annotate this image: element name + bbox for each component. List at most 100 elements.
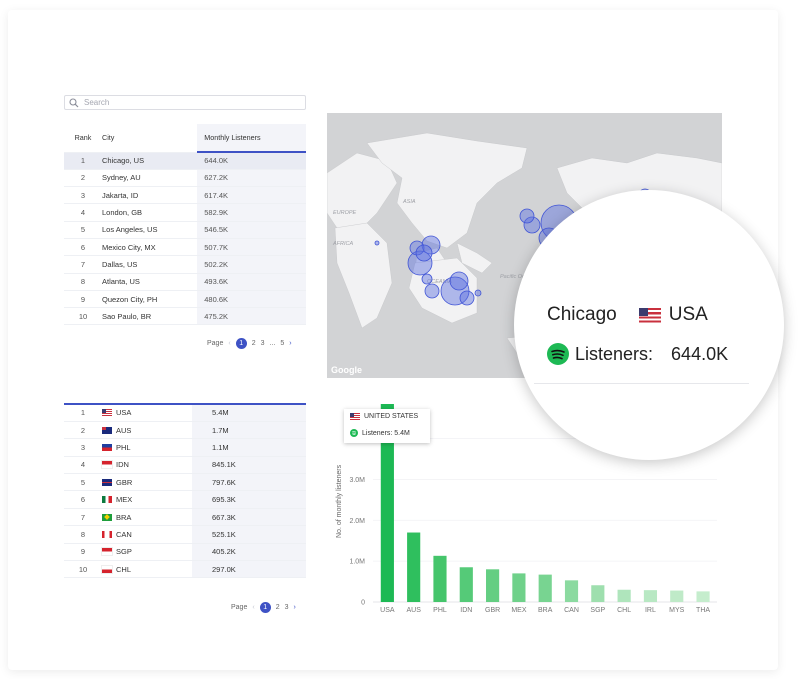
page-ellipsis: ... <box>269 340 276 347</box>
x-tick-label: AUS <box>406 607 421 614</box>
table-row[interactable]: 1 Chicago, US 644.0K <box>64 152 306 170</box>
table-row[interactable]: 3 PHL 1.1M <box>64 438 306 457</box>
listeners-cell: 667.3K <box>192 508 306 527</box>
city-cell: Mexico City, MX <box>102 238 198 257</box>
google-watermark: Google <box>331 365 362 375</box>
magnifier-city: Chicago <box>547 304 617 325</box>
bubble[interactable] <box>519 208 535 224</box>
rank-cell: 4 <box>64 456 102 475</box>
table-row[interactable]: 2 AUS 1.7M <box>64 421 306 440</box>
table-row[interactable]: 1 USA 5.4M <box>64 402 306 422</box>
city-cell: Dallas, US <box>102 255 198 274</box>
x-tick-label: IRL <box>645 607 656 614</box>
prev-page-button[interactable]: ‹ <box>228 340 230 347</box>
table-row[interactable]: 9 SGP 405.2K <box>64 543 306 562</box>
listeners-cell: 617.4K <box>197 186 306 205</box>
table-row[interactable]: 7 BRA 667.3K <box>64 508 306 527</box>
table-row[interactable]: 8 Atlanta, US 493.6K <box>64 273 306 291</box>
table-row[interactable]: 4 IDN 845.1K <box>64 456 306 475</box>
next-page-button[interactable]: › <box>294 604 296 611</box>
bubble[interactable] <box>374 240 380 246</box>
table-row[interactable]: 3 Jakarta, ID 617.4K <box>64 186 306 205</box>
page-1-button[interactable]: 1 <box>259 602 271 613</box>
bar-idn[interactable] <box>459 567 473 602</box>
bar-gbr[interactable] <box>486 569 500 602</box>
table-row[interactable]: 6 Mexico City, MX 507.7K <box>64 238 306 257</box>
bar-mex[interactable] <box>512 573 526 602</box>
listeners-cell: 480.6K <box>197 290 306 309</box>
y-axis-label: No. of monthly listeners <box>336 464 343 538</box>
rank-cell: 7 <box>64 508 102 527</box>
rank-cell: 10 <box>64 307 102 326</box>
bar-chl[interactable] <box>617 589 631 602</box>
bar-irl[interactable] <box>643 590 658 602</box>
page-3-button[interactable]: 3 <box>285 604 289 611</box>
page-1-button[interactable]: 1 <box>235 338 247 349</box>
x-tick-label: BRA <box>538 607 553 614</box>
table-row[interactable]: 5 Los Angeles, US 546.5K <box>64 221 306 239</box>
search-icon <box>69 98 79 108</box>
listeners-header[interactable]: Monthly Listeners <box>197 124 306 153</box>
table-row[interactable]: 4 London, GB 582.9K <box>64 203 306 222</box>
bar-aus[interactable] <box>407 532 421 602</box>
map-label-asia: ASIA <box>402 199 416 205</box>
rank-cell: 10 <box>64 560 102 579</box>
prev-page-button[interactable]: ‹ <box>252 604 254 611</box>
rank-cell: 4 <box>64 203 102 222</box>
rank-header[interactable]: Rank <box>64 124 102 153</box>
bubble[interactable] <box>474 289 482 297</box>
listeners-cell: 644.0K <box>197 152 306 170</box>
country-code-cell: CAN <box>116 529 132 539</box>
magnifier-listeners-label: Listeners: <box>575 343 654 364</box>
x-tick-label: MEX <box>511 607 527 614</box>
table-row[interactable]: 8 CAN 525.1K <box>64 525 306 544</box>
rank-cell: 1 <box>64 152 102 170</box>
table-row[interactable]: 7 Dallas, US 502.2K <box>64 255 306 274</box>
country-code-cell: CHL <box>116 564 132 574</box>
bubble[interactable] <box>415 244 433 262</box>
search-input[interactable]: Search <box>64 95 306 110</box>
bubble[interactable] <box>424 283 440 299</box>
listeners-cell: 405.2K <box>192 543 306 562</box>
au-flag-icon <box>102 426 112 434</box>
x-tick-label: CHL <box>617 607 631 614</box>
table-row[interactable]: 5 GBR 797.6K <box>64 473 306 492</box>
mx-flag-icon <box>102 496 112 504</box>
map-label-africa: AFRICA <box>332 241 354 247</box>
city-header[interactable]: City <box>102 124 198 153</box>
y-tick-label: 2.0M <box>349 518 365 525</box>
bubble[interactable] <box>459 290 475 306</box>
bar-sgp[interactable] <box>591 585 605 602</box>
listeners-cell: 1.1M <box>192 438 306 457</box>
city-cell: Atlanta, US <box>102 273 198 291</box>
rank-cell: 8 <box>64 273 102 291</box>
bubble[interactable] <box>449 271 469 291</box>
cl-flag-icon <box>101 564 113 574</box>
magnifier-divider <box>534 383 749 384</box>
bubble[interactable] <box>421 273 433 285</box>
next-page-button[interactable]: › <box>289 340 291 347</box>
gb-flag-icon <box>102 478 112 486</box>
table-row[interactable]: 6 MEX 695.3K <box>64 490 306 509</box>
page-2-button[interactable]: 2 <box>252 340 256 347</box>
table-row[interactable]: 9 Quezon City, PH 480.6K <box>64 290 306 309</box>
page-2-button[interactable]: 2 <box>276 604 280 611</box>
bar-bra[interactable] <box>538 574 552 602</box>
x-tick-label: PHL <box>433 607 447 614</box>
ca-flag-icon <box>102 530 112 538</box>
rank-cell: 6 <box>64 238 102 257</box>
bar-phl[interactable] <box>433 555 447 602</box>
y-tick-label: 1.0M <box>349 559 365 566</box>
page-5-button[interactable]: 5 <box>280 340 284 347</box>
country-code-cell: AUS <box>116 425 132 435</box>
x-tick-label: GBR <box>485 607 500 614</box>
table-row[interactable]: 10 Sao Paulo, BR 475.2K <box>64 307 306 326</box>
bar-tha[interactable] <box>696 591 710 602</box>
page-3-button[interactable]: 3 <box>261 340 265 347</box>
table-row[interactable]: 10 CHL 297.0K <box>64 560 306 579</box>
bar-can[interactable] <box>564 580 579 602</box>
table-row[interactable]: 2 Sydney, AU 627.2K <box>64 169 306 188</box>
bar-mys[interactable] <box>670 590 684 602</box>
listeners-cell: 627.2K <box>197 169 306 188</box>
listeners-cell: 475.2K <box>197 307 306 326</box>
